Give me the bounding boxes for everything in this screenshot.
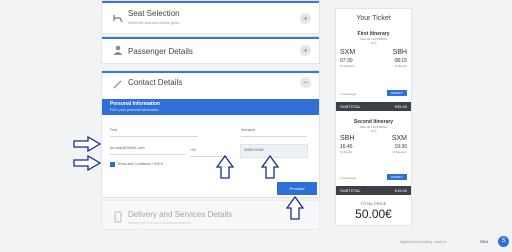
subtotal-bar: SUBTOTAL €15.00 — [336, 186, 411, 195]
origin-code: SBH — [340, 135, 355, 142]
passenger-count: 1 passenger — [340, 176, 357, 180]
collapse-minus-icon[interactable]: − — [300, 77, 311, 88]
terms-checkbox[interactable] — [110, 162, 115, 167]
chat-bubble-icon[interactable]: S — [498, 236, 509, 247]
field-underline — [110, 136, 198, 137]
section-accent — [102, 1, 319, 3]
subtotal-value: €15.00 — [394, 188, 407, 193]
footer-brand: SEA — [480, 239, 489, 244]
arrival-place: St Barths — [394, 64, 407, 68]
seat-icon — [113, 15, 123, 23]
terms-label[interactable]: Terms and Conditions / KVKK — [117, 162, 163, 166]
pencil-icon — [113, 80, 122, 89]
annotation-arrow-right-1 — [73, 136, 101, 152]
user-icon — [113, 45, 123, 55]
footer-credit: Digital ticket booking, made in — [400, 240, 447, 244]
banner-subtitle: Fill in your personal information — [110, 108, 159, 112]
section-subtitle: Select the seat and vehicle types — [128, 21, 180, 25]
passenger-count: 1 passenger — [340, 92, 357, 96]
banner-title: Personal Information — [110, 101, 161, 107]
personal-info-banner: Personal Information Fill in your person… — [102, 99, 319, 115]
email-input[interactable]: pc.rubin@GMAIL.com — [110, 146, 144, 150]
subtotal-label: SUBTOTAL — [340, 104, 361, 109]
contact-details-section: Contact Details − Personal Information F… — [101, 70, 320, 198]
section-title: Delivery and Services Details — [128, 210, 233, 219]
total-label: TOTAL PRICE — [360, 201, 387, 206]
phone-value: 5558123456 — [244, 148, 264, 152]
field-underline — [241, 136, 307, 137]
section-accent — [102, 37, 319, 39]
ticket-header: Your Ticket — [356, 15, 391, 22]
subtotal-value: €35.00 — [394, 104, 407, 109]
surname-input[interactable]: Surname — [241, 128, 255, 132]
annotation-arrow-up-3 — [286, 196, 304, 220]
itinerary-date: 02.9 — [370, 129, 377, 133]
seat-selection-section[interactable]: Seat Selection Select the seat and vehic… — [101, 0, 320, 34]
departure-place: St Maarten — [340, 64, 355, 68]
arrival-place: St Maarten — [392, 150, 407, 154]
expand-plus-icon[interactable]: + — [300, 45, 311, 56]
departure-place: St Barths — [340, 150, 353, 154]
expand-plus-icon[interactable]: + — [300, 13, 311, 24]
modify-button[interactable]: MODIFY — [387, 174, 407, 180]
section-accent — [102, 71, 319, 73]
field-underline — [110, 154, 185, 155]
annotation-arrow-right-2 — [73, 155, 101, 171]
section-title: Seat Selection — [128, 9, 180, 18]
itinerary-date: 02.9 — [370, 41, 377, 45]
subtotal-label: SUBTOTAL — [340, 188, 361, 193]
proceed-button[interactable]: Proceed — [277, 182, 317, 195]
phone-icon — [114, 211, 122, 223]
modify-button[interactable]: MODIFY — [387, 90, 407, 96]
total-price: 50.00€ — [355, 207, 392, 221]
country-code-input[interactable]: +90 — [190, 148, 196, 152]
section-title: Passenger Details — [128, 47, 193, 56]
ticket-panel: Your Ticket First Itinerary SEA JET EXPR… — [335, 8, 412, 226]
section-title: Contact Details — [128, 78, 183, 87]
annotation-arrow-up-1 — [216, 155, 234, 179]
destination-code: SXM — [391, 135, 407, 142]
destination-code: SBH — [392, 49, 407, 56]
annotation-arrow-up-2 — [261, 155, 279, 179]
first-name-input[interactable]: First — [110, 128, 117, 132]
section-subtitle: Delivery services and additional service… — [128, 221, 192, 225]
origin-code: SXM — [340, 49, 356, 56]
subtotal-bar: SUBTOTAL €35.00 — [336, 102, 411, 111]
passenger-details-section[interactable]: Passenger Details + — [101, 36, 320, 64]
